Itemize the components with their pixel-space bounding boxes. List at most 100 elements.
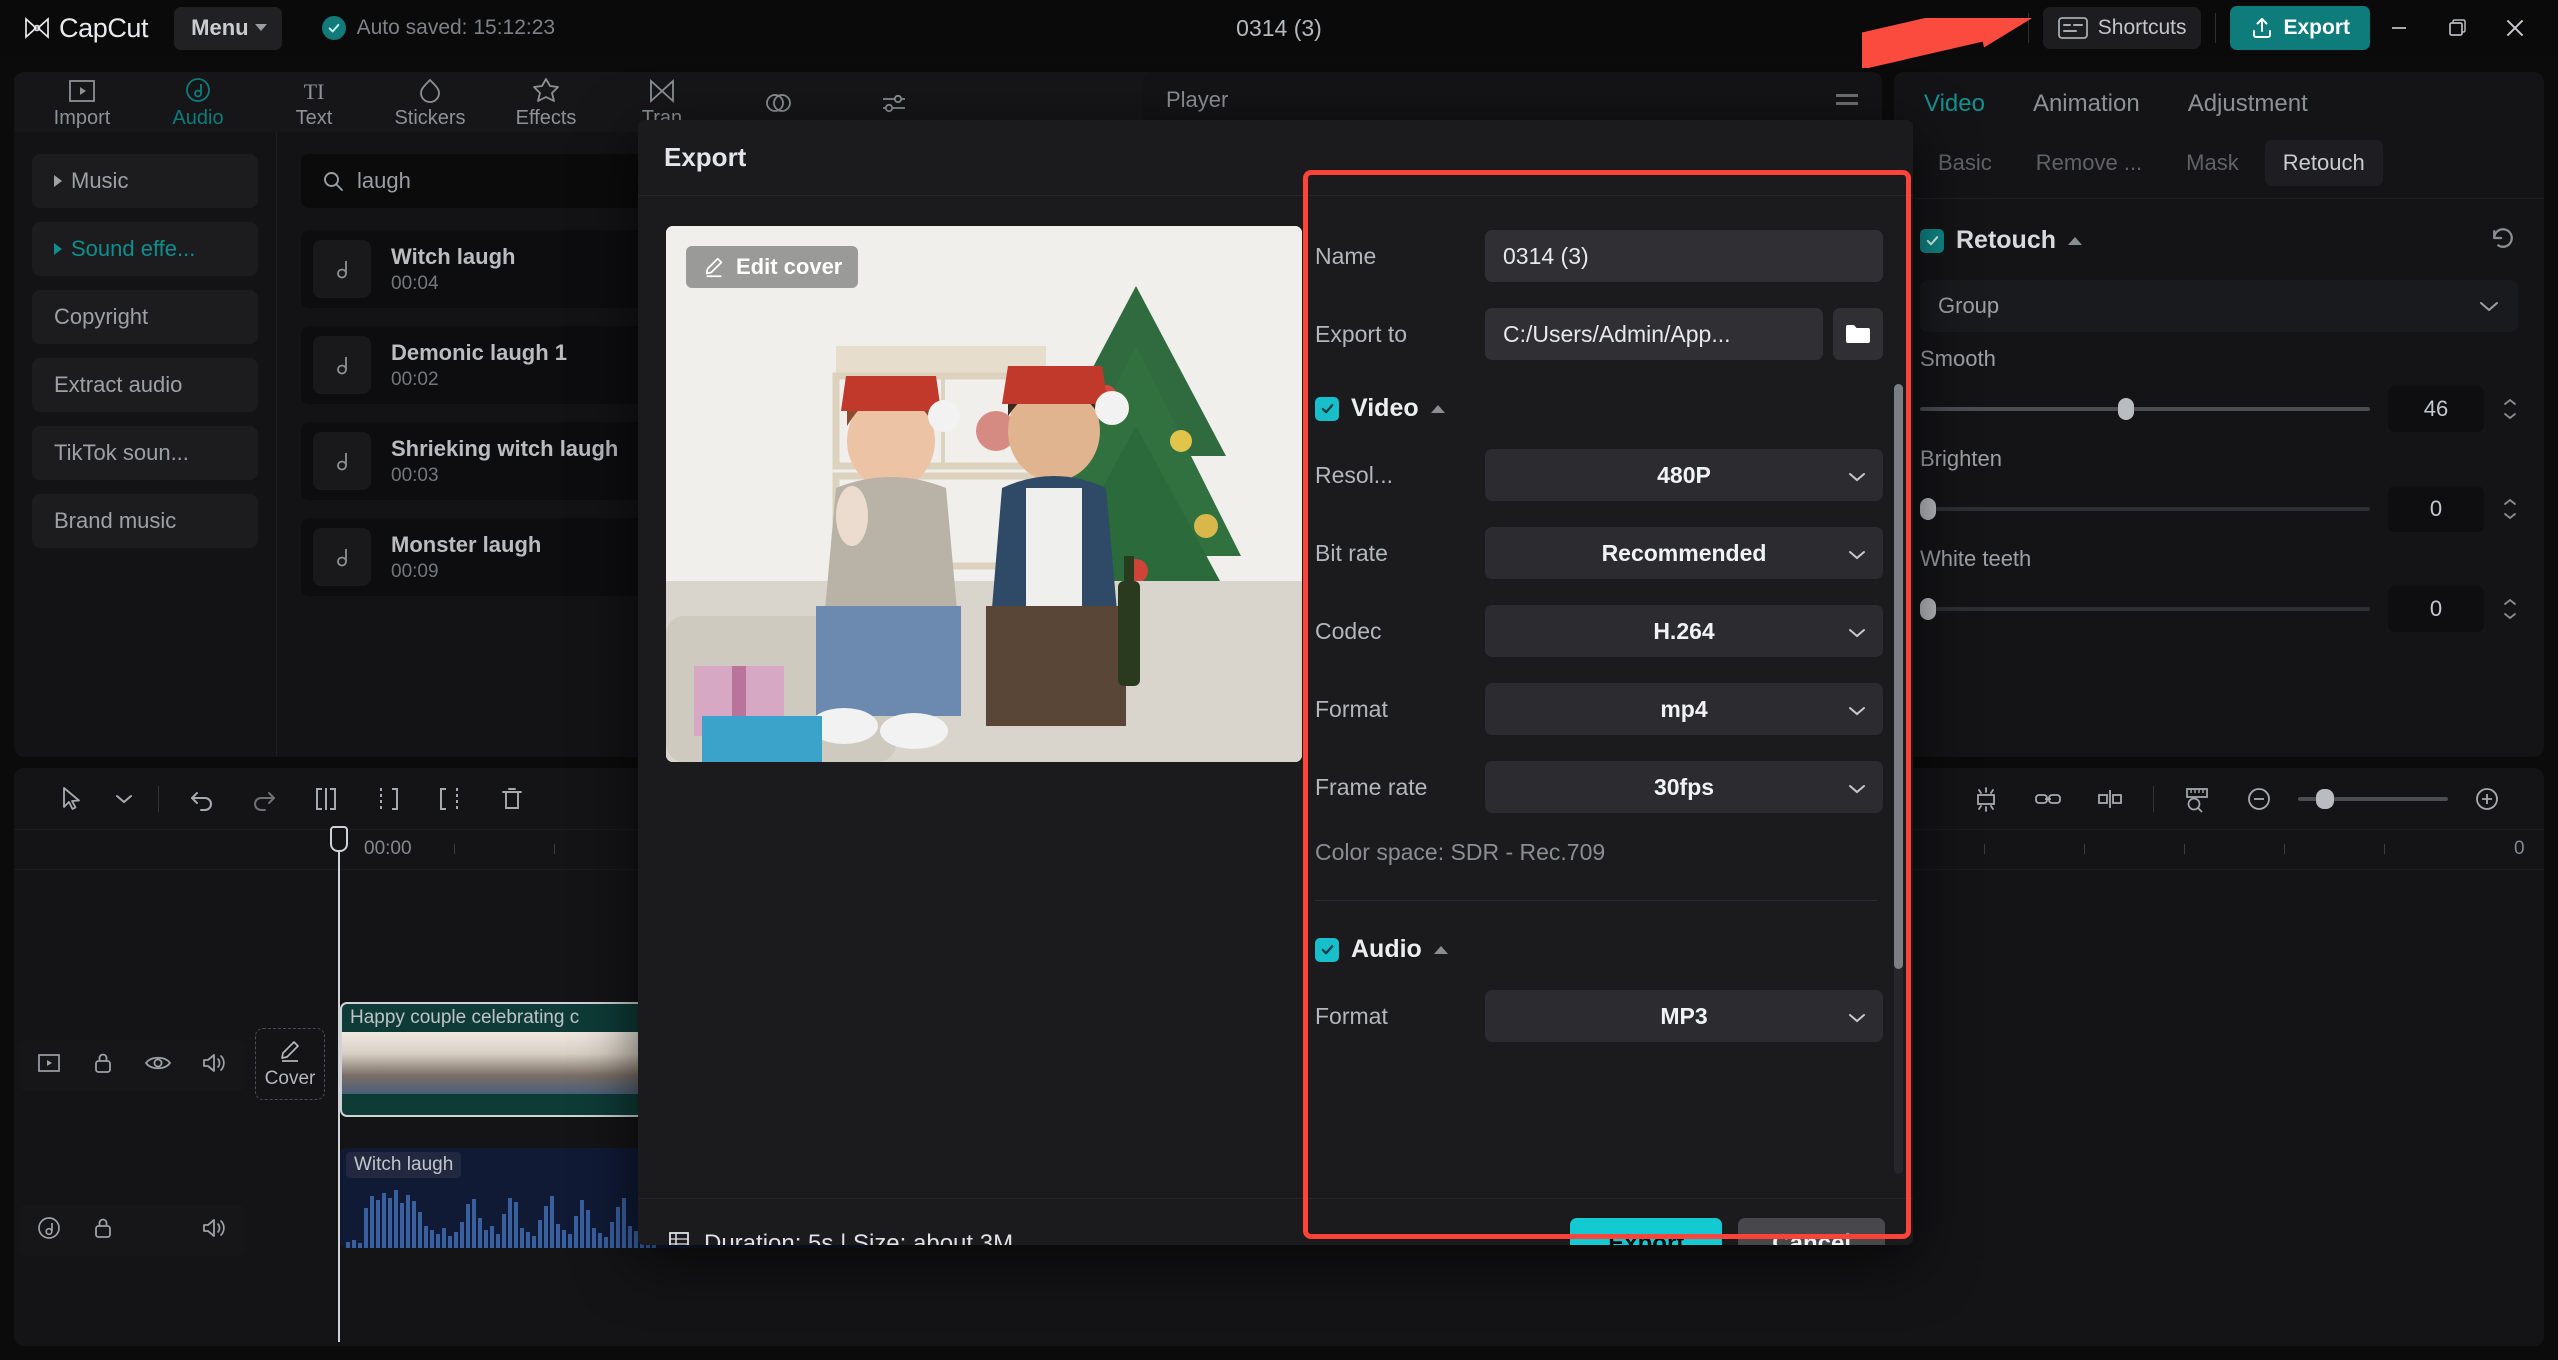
format-row: Format mp4 bbox=[1315, 683, 1883, 735]
menu-button[interactable]: Menu bbox=[174, 6, 282, 50]
resolution-select[interactable]: 480P bbox=[1485, 449, 1883, 501]
export-to-input[interactable]: C:/Users/Admin/App... bbox=[1485, 308, 1823, 360]
subtab-retouch[interactable]: Retouch bbox=[2264, 140, 2383, 186]
slider-track[interactable] bbox=[1920, 598, 2370, 620]
spinner-stepper[interactable] bbox=[2502, 597, 2518, 621]
tab-adjustment[interactable] bbox=[836, 86, 952, 119]
select-cursor-icon[interactable] bbox=[40, 768, 102, 830]
playhead-handle[interactable] bbox=[330, 826, 348, 852]
lock-icon[interactable] bbox=[90, 1215, 116, 1246]
video-format-select[interactable]: mp4 bbox=[1485, 683, 1883, 735]
tab-audio[interactable]: Audio bbox=[140, 74, 256, 130]
minimize-button[interactable] bbox=[2370, 0, 2428, 56]
audio-format-select[interactable]: MP3 bbox=[1485, 990, 1883, 1042]
zoom-in-icon[interactable] bbox=[2456, 768, 2518, 830]
chevron-up-icon[interactable] bbox=[2068, 236, 2082, 245]
spinner-stepper[interactable] bbox=[2502, 497, 2518, 521]
slider-value[interactable]: 46 bbox=[2388, 386, 2484, 432]
slider-value[interactable]: 0 bbox=[2388, 586, 2484, 632]
ruler-measure-icon[interactable] bbox=[2166, 768, 2228, 830]
category-copyright[interactable]: Copyright bbox=[32, 290, 258, 344]
category-tiktok-sounds[interactable]: TikTok soun... bbox=[32, 426, 258, 480]
subtab-mask[interactable]: Mask bbox=[2168, 140, 2257, 186]
category-extract-audio[interactable]: Extract audio bbox=[32, 358, 258, 412]
preview-icon[interactable] bbox=[36, 1051, 62, 1080]
spinner-stepper[interactable] bbox=[2502, 397, 2518, 421]
category-music[interactable]: Music bbox=[32, 154, 258, 208]
reset-icon[interactable] bbox=[2488, 223, 2518, 258]
mirror-icon[interactable] bbox=[1955, 768, 2017, 830]
timeline-clip-video[interactable]: Happy couple celebrating c bbox=[340, 1002, 650, 1117]
zoom-slider[interactable] bbox=[2298, 788, 2448, 809]
eye-icon[interactable] bbox=[144, 1051, 172, 1080]
shortcuts-button[interactable]: Shortcuts bbox=[2042, 7, 2202, 49]
right-panel-tabs: Video Animation Adjustment bbox=[1894, 72, 2544, 132]
subtab-remove-bg[interactable]: Remove ... bbox=[2018, 140, 2160, 186]
category-sound-effects[interactable]: Sound effe... bbox=[32, 222, 258, 276]
chevron-right-icon bbox=[54, 243, 62, 255]
tab-import[interactable]: Import bbox=[24, 74, 140, 130]
tab-text[interactable]: TI Text bbox=[256, 74, 372, 130]
delete-trash-icon[interactable] bbox=[481, 768, 543, 830]
tab-adjustment[interactable]: Adjustment bbox=[2188, 90, 2308, 118]
maximize-button[interactable] bbox=[2428, 0, 2486, 56]
subtab-basic[interactable]: Basic bbox=[1920, 140, 2010, 186]
slider-knob[interactable] bbox=[1920, 498, 1936, 520]
tab-video[interactable]: Video bbox=[1924, 90, 1985, 118]
chevron-down-icon[interactable] bbox=[102, 768, 146, 830]
bitrate-select[interactable]: Recommended bbox=[1485, 527, 1883, 579]
folder-browse-button[interactable] bbox=[1833, 308, 1883, 360]
trim-right-icon[interactable] bbox=[419, 768, 481, 830]
align-icon[interactable] bbox=[2079, 768, 2141, 830]
video-checkbox[interactable] bbox=[1315, 396, 1339, 421]
export-button-titlebar[interactable]: Export bbox=[2230, 6, 2370, 50]
svg-text:TI: TI bbox=[304, 79, 325, 104]
redo-icon[interactable] bbox=[233, 768, 295, 830]
dialog-export-button[interactable]: Export bbox=[1570, 1217, 1723, 1245]
slider-knob[interactable] bbox=[2118, 398, 2134, 420]
lock-icon[interactable] bbox=[90, 1050, 116, 1081]
tab-filters[interactable] bbox=[720, 86, 836, 119]
split-icon[interactable] bbox=[295, 768, 357, 830]
retouch-checkbox[interactable] bbox=[1920, 228, 1944, 253]
sfx-duration: 00:02 bbox=[391, 368, 439, 390]
settings-scrollbar-thumb[interactable] bbox=[1894, 384, 1903, 969]
framerate-select[interactable]: 30fps bbox=[1485, 761, 1883, 813]
cover-button[interactable]: Cover bbox=[255, 1028, 325, 1100]
audio-checkbox[interactable] bbox=[1315, 937, 1339, 962]
tab-stickers[interactable]: Stickers bbox=[372, 74, 488, 130]
slider-knob[interactable] bbox=[1920, 598, 1936, 620]
trim-left-icon[interactable] bbox=[357, 768, 419, 830]
volume-icon[interactable] bbox=[200, 1051, 228, 1080]
undo-icon[interactable] bbox=[171, 768, 233, 830]
codec-select[interactable]: H.264 bbox=[1485, 605, 1883, 657]
music-note-icon[interactable] bbox=[36, 1215, 62, 1246]
chevron-up-icon[interactable] bbox=[1430, 404, 1445, 413]
chevron-down-icon bbox=[1847, 618, 1867, 645]
edit-cover-button[interactable]: Edit cover bbox=[686, 246, 859, 288]
dialog-cancel-button[interactable]: Cancel bbox=[1738, 1217, 1885, 1245]
group-select[interactable]: Group bbox=[1920, 280, 2518, 332]
divider bbox=[2153, 785, 2154, 812]
slider-value[interactable]: 0 bbox=[2388, 486, 2484, 532]
volume-icon[interactable] bbox=[200, 1216, 228, 1245]
pencil-icon bbox=[705, 257, 723, 278]
zoom-out-icon[interactable] bbox=[2228, 768, 2290, 830]
hamburger-icon[interactable] bbox=[1836, 94, 1858, 105]
link-icon[interactable] bbox=[2017, 768, 2079, 830]
close-button[interactable] bbox=[2486, 0, 2544, 56]
tab-animation[interactable]: Animation bbox=[2033, 90, 2140, 118]
slider-track[interactable] bbox=[1920, 398, 2370, 420]
chevron-up-icon[interactable] bbox=[1433, 945, 1448, 954]
name-input[interactable]: 0314 (3) bbox=[1485, 230, 1883, 282]
category-brand-music[interactable]: Brand music bbox=[32, 494, 258, 548]
retouch-title: Retouch bbox=[1956, 226, 2056, 254]
slider-track[interactable] bbox=[1920, 498, 2370, 520]
layout-button[interactable] bbox=[1938, 7, 2014, 49]
zoom-slider-knob[interactable] bbox=[2316, 788, 2334, 809]
folder-icon bbox=[1846, 325, 1870, 343]
slider-label: White teeth bbox=[1920, 546, 2032, 571]
slider-smooth: Smooth 46 bbox=[1894, 332, 2544, 432]
chevron-down-icon bbox=[2478, 293, 2500, 319]
tab-effects[interactable]: Effects bbox=[488, 74, 604, 130]
